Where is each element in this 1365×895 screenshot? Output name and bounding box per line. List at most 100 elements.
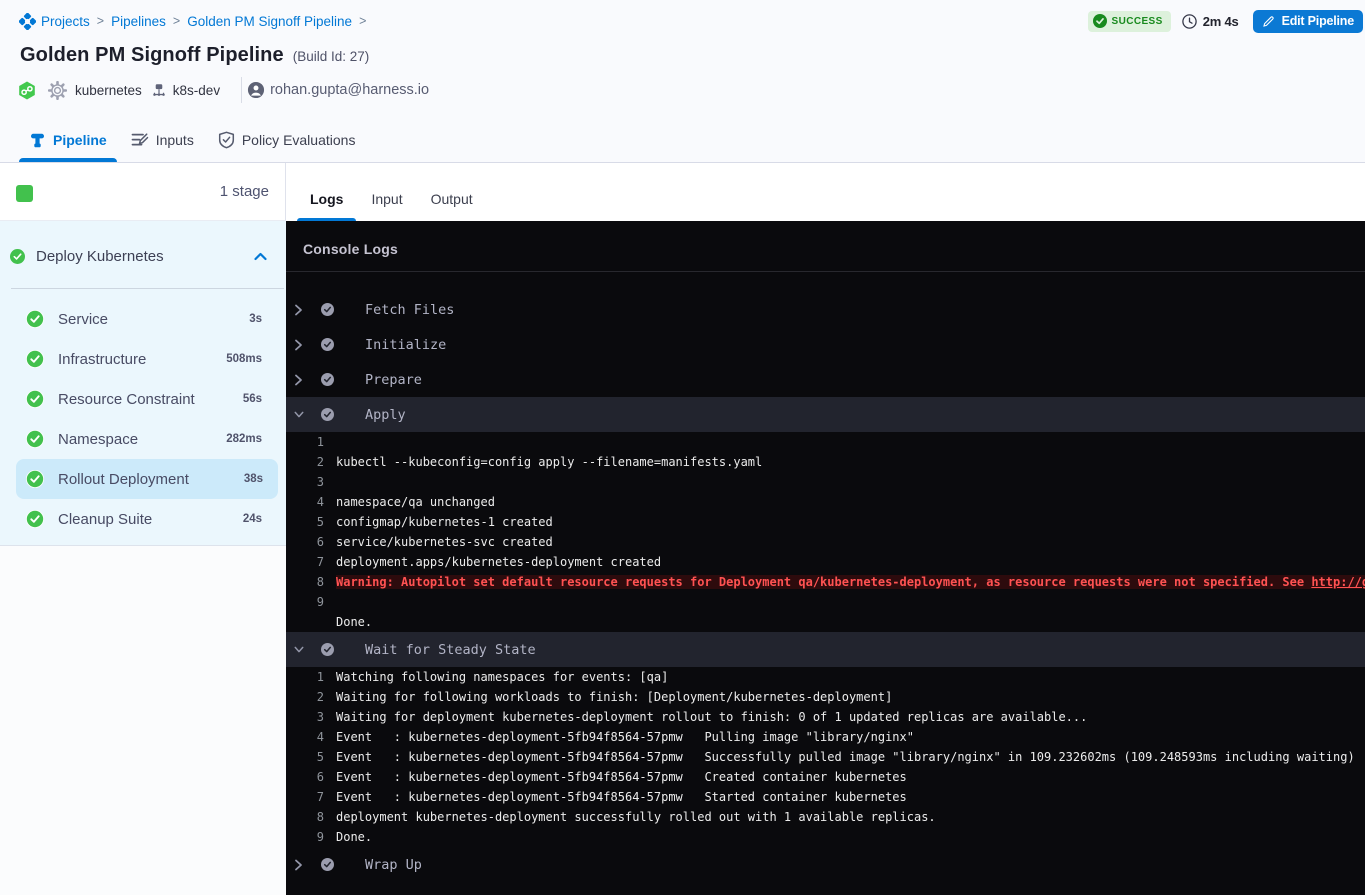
section-title: Wrap Up bbox=[365, 857, 422, 873]
step-namespace[interactable]: Namespace 282ms bbox=[0, 419, 278, 459]
environment-icon bbox=[152, 82, 166, 98]
service-name[interactable]: kubernetes bbox=[75, 83, 142, 98]
step-success-icon bbox=[26, 350, 44, 368]
log-line-number: 8 bbox=[286, 575, 324, 589]
section-title: Prepare bbox=[365, 372, 422, 388]
log-line: 3Waiting for deployment kubernetes-deplo… bbox=[286, 707, 1365, 727]
stage-panel: Deploy Kubernetes Service 3s Inf bbox=[0, 221, 286, 546]
environment-name[interactable]: k8s-dev bbox=[173, 83, 220, 98]
log-line-number: 3 bbox=[286, 710, 324, 724]
execution-sidebar: Deploy Kubernetes Service 3s Inf bbox=[0, 221, 286, 895]
status-text: SUCCESS bbox=[1112, 16, 1163, 27]
step-resource-constraint[interactable]: Resource Constraint 56s bbox=[0, 379, 278, 419]
log-line: Done. bbox=[286, 612, 1365, 632]
log-text: Event : kubernetes-deployment-5fb94f8564… bbox=[336, 730, 1365, 744]
log-text: Waiting for following workloads to finis… bbox=[336, 690, 1365, 704]
duration-text: 2m 4s bbox=[1203, 14, 1239, 29]
log-line: 5configmap/kubernetes-1 created bbox=[286, 512, 1365, 532]
chevron-right-icon bbox=[294, 859, 304, 871]
step-success-icon bbox=[26, 390, 44, 408]
log-text: Done. bbox=[336, 830, 1365, 844]
chevron-down-icon bbox=[294, 645, 304, 654]
collapse-chevron-up-icon[interactable] bbox=[254, 252, 267, 261]
stage-thumbnail[interactable] bbox=[16, 185, 33, 202]
stage-count: 1 stage bbox=[220, 163, 269, 221]
step-cleanup-suite[interactable]: Cleanup Suite 24s bbox=[0, 499, 278, 539]
log-text: configmap/kubernetes-1 created bbox=[336, 515, 1365, 529]
console-title: Console Logs bbox=[303, 241, 398, 257]
tab-pipeline[interactable]: Pipeline bbox=[19, 118, 117, 162]
step-duration: 24s bbox=[243, 513, 262, 525]
user-avatar-icon bbox=[247, 81, 265, 99]
service-gear-icon bbox=[48, 81, 67, 100]
step-label: Infrastructure bbox=[58, 351, 226, 368]
log-line-number: 3 bbox=[286, 475, 324, 489]
edit-pipeline-label: Edit Pipeline bbox=[1282, 14, 1354, 28]
section-title: Apply bbox=[365, 407, 406, 423]
step-duration: 282ms bbox=[226, 433, 262, 445]
log-line: 9 bbox=[286, 592, 1365, 612]
log-line: 6 Event : kubernetes-deployment-5fb94f856… bbox=[286, 767, 1365, 787]
edit-pipeline-button[interactable]: Edit Pipeline bbox=[1253, 10, 1363, 33]
section-title: Wait for Steady State bbox=[365, 642, 536, 658]
cd-module-icon bbox=[18, 81, 36, 100]
log-line: 3 bbox=[286, 472, 1365, 492]
stage-strip-left: 1 stage bbox=[0, 163, 286, 221]
log-text: service/kubernetes-svc created bbox=[336, 535, 1365, 549]
log-line-number: 1 bbox=[286, 670, 324, 684]
pencil-icon bbox=[1262, 15, 1275, 28]
log-line-number: 2 bbox=[286, 690, 324, 704]
breadcrumb-separator: > bbox=[173, 14, 180, 28]
policy-icon bbox=[218, 131, 235, 149]
step-label: Namespace bbox=[58, 431, 226, 448]
console-header: Console Logs bbox=[286, 221, 1365, 272]
log-warning-link[interactable]: http://g bbox=[1311, 575, 1365, 589]
log-tab-logs[interactable]: Logs bbox=[297, 177, 356, 221]
stage-header[interactable]: Deploy Kubernetes bbox=[0, 234, 286, 278]
view-tabs: PipelineInputsPolicy Evaluations bbox=[19, 118, 369, 162]
log-line: 5Event : kubernetes-deployment-5fb94f856… bbox=[286, 747, 1365, 767]
step-success-icon bbox=[26, 510, 44, 528]
step-duration: 38s bbox=[244, 473, 263, 485]
log-tab-output[interactable]: Output bbox=[418, 177, 486, 221]
log-tab-label: Input bbox=[371, 191, 402, 207]
step-label: Cleanup Suite bbox=[58, 511, 243, 528]
stage-name: Deploy Kubernetes bbox=[36, 248, 254, 265]
build-id: (Build Id: 27) bbox=[293, 49, 370, 64]
chevron-right-icon bbox=[294, 374, 304, 386]
breadcrumb-link-projects[interactable]: Projects bbox=[41, 14, 90, 29]
log-line: 9Done. bbox=[286, 827, 1365, 847]
inputs-icon bbox=[131, 132, 149, 148]
section-success-icon bbox=[321, 858, 334, 871]
log-line-number: 6 bbox=[286, 770, 324, 784]
breadcrumb-link-pipeline-name[interactable]: Golden PM Signoff Pipeline bbox=[187, 14, 352, 29]
duration: 2m 4s bbox=[1182, 14, 1239, 29]
log-line-number: 7 bbox=[286, 555, 324, 569]
trigger-user-email[interactable]: rohan.gupta@harness.io bbox=[270, 82, 429, 98]
log-text: Event : kubernetes-deployment-5fb94f8564… bbox=[336, 770, 1365, 784]
log-text: Event : kubernetes-deployment-5fb94f8564… bbox=[336, 750, 1365, 764]
step-rollout-deployment[interactable]: Rollout Deployment 38s bbox=[16, 459, 278, 499]
log-section-apply[interactable]: Apply bbox=[286, 397, 1365, 432]
section-success-icon bbox=[321, 373, 334, 386]
tab-policy-evaluations[interactable]: Policy Evaluations bbox=[208, 118, 366, 162]
step-infrastructure[interactable]: Infrastructure 508ms bbox=[0, 339, 278, 379]
log-text: deployment.apps/kubernetes-deployment cr… bbox=[336, 555, 1365, 569]
log-section-initialize[interactable]: Initialize bbox=[286, 327, 1365, 362]
log-line: 2kubectl --kubeconfig=config apply --fil… bbox=[286, 452, 1365, 472]
log-section-wrap-up[interactable]: Wrap Up bbox=[286, 847, 1365, 882]
log-section-prepare[interactable]: Prepare bbox=[286, 362, 1365, 397]
log-section-fetch-files[interactable]: Fetch Files bbox=[286, 292, 1365, 327]
log-line: 7Event : kubernetes-deployment-5fb94f856… bbox=[286, 787, 1365, 807]
step-success-icon bbox=[26, 470, 44, 488]
stage-panel-divider bbox=[11, 288, 284, 289]
step-service[interactable]: Service 3s bbox=[0, 299, 278, 339]
tab-inputs[interactable]: Inputs bbox=[121, 118, 204, 162]
log-text: namespace/qa unchanged bbox=[336, 495, 1365, 509]
log-line: 2 Waiting for following workloads to fini… bbox=[286, 687, 1365, 707]
breadcrumb-link-pipelines[interactable]: Pipelines bbox=[111, 14, 166, 29]
section-success-icon bbox=[321, 643, 334, 656]
log-tab-input[interactable]: Input bbox=[358, 177, 415, 221]
log-section-wait-for-steady-state[interactable]: Wait for Steady State bbox=[286, 632, 1365, 667]
log-line-number: 6 bbox=[286, 535, 324, 549]
